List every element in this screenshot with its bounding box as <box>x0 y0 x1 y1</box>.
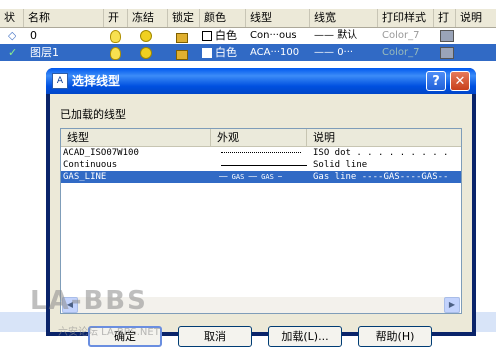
loaded-linetypes-label: 已加载的线型 <box>60 108 126 121</box>
linetype-name: GAS_LINE <box>63 172 107 182</box>
col-linetype[interactable]: 线型 <box>246 9 310 27</box>
layer-row[interactable]: ◇ 0 白色 Con···ous —— 默认 Color_7 <box>0 27 496 44</box>
col-lineweight[interactable]: 线宽 <box>310 9 378 27</box>
linetype-preview: ── GAS ── GAS ─ <box>219 173 283 181</box>
col-plot[interactable]: 打 <box>434 9 456 27</box>
help-button[interactable]: 帮助(H) <box>358 326 432 347</box>
layer-linetype[interactable]: Con···ous <box>250 27 297 44</box>
col-freeze[interactable]: 冻结 <box>128 9 168 27</box>
layer-row[interactable]: ✓ 图层1 白色 ACA···100 —— 0··· Color_7 <box>0 44 496 61</box>
layer-table-header: 状 名称 开 冻结 锁定 颜色 线型 线宽 打印样式 打 说明 <box>0 8 496 28</box>
unlock-icon[interactable] <box>176 44 188 61</box>
printer-icon[interactable] <box>440 44 454 61</box>
layer-status-icon: ◇ <box>8 29 17 42</box>
linetype-name: ACAD_ISO07W100 <box>63 148 139 158</box>
bulb-on-icon[interactable] <box>110 44 121 61</box>
layer-color-label: 白色 <box>215 46 237 59</box>
scroll-right-icon[interactable]: ▶ <box>444 297 460 313</box>
cancel-button[interactable]: 取消 <box>178 326 252 347</box>
list-item[interactable]: ACAD_ISO07W100 ISO dot . . . . . . . . . <box>61 147 461 159</box>
linetype-name: Continuous <box>63 160 118 170</box>
layer-lineweight[interactable]: —— 0··· <box>314 44 353 61</box>
dialog-titlebar[interactable]: A 选择线型 ? ✕ <box>46 68 476 94</box>
layer-current-icon: ✓ <box>8 46 18 59</box>
list-item-selected[interactable]: GAS_LINE ── GAS ── GAS ─ Gas line ----GA… <box>61 171 461 183</box>
list-header: 线型 外观 说明 <box>61 129 461 147</box>
watermark-logo: LA-BBS <box>30 286 148 316</box>
col-name[interactable]: 名称 <box>24 9 104 27</box>
unlock-icon[interactable] <box>176 27 188 44</box>
layer-lineweight-label: 默认 <box>337 30 358 41</box>
dialog-title: 选择线型 <box>72 74 121 88</box>
col-lock[interactable]: 锁定 <box>168 9 200 27</box>
linetype-description: Solid line <box>313 160 368 170</box>
col-desc[interactable]: 说明 <box>307 129 461 146</box>
autocad-icon: A <box>52 73 68 89</box>
sun-thaw-icon[interactable] <box>140 44 152 61</box>
layer-lineweight-label: 0··· <box>337 47 354 58</box>
layer-color[interactable]: 白色 <box>202 27 237 44</box>
col-color[interactable]: 颜色 <box>200 9 246 27</box>
layer-name[interactable]: 图层1 <box>30 44 59 61</box>
layer-plotstyle: Color_7 <box>382 47 420 58</box>
load-button[interactable]: 加载(L)... <box>268 326 342 347</box>
help-title-button[interactable]: ? <box>426 71 446 91</box>
linetype-description: ISO dot . . . . . . . . . <box>313 148 449 158</box>
layer-color-label: 白色 <box>215 29 237 42</box>
list-item[interactable]: Continuous Solid line <box>61 159 461 171</box>
linetype-preview <box>221 152 301 154</box>
layer-lineweight[interactable]: —— 默认 <box>314 27 357 44</box>
sun-thaw-icon[interactable] <box>140 27 152 44</box>
col-plotstyle[interactable]: 打印样式 <box>378 9 434 27</box>
bulb-on-icon[interactable] <box>110 27 121 44</box>
col-appearance[interactable]: 外观 <box>211 129 307 146</box>
col-on[interactable]: 开 <box>104 9 128 27</box>
watermark-text: 六安论坛 LA-BBS.NET <box>58 327 160 338</box>
layer-color[interactable]: 白色 <box>202 44 237 61</box>
col-linetype-name[interactable]: 线型 <box>61 129 211 146</box>
close-button[interactable]: ✕ <box>450 71 470 91</box>
col-description[interactable]: 说明 <box>456 9 496 27</box>
printer-icon[interactable] <box>440 27 454 44</box>
layer-linetype[interactable]: ACA···100 <box>250 44 299 61</box>
linetype-preview <box>221 165 307 166</box>
layer-plotstyle: Color_7 <box>382 30 420 41</box>
layer-name[interactable]: 0 <box>30 27 37 44</box>
col-status[interactable]: 状 <box>0 9 24 27</box>
linetype-description: Gas line ----GAS----GAS-- <box>313 172 449 182</box>
